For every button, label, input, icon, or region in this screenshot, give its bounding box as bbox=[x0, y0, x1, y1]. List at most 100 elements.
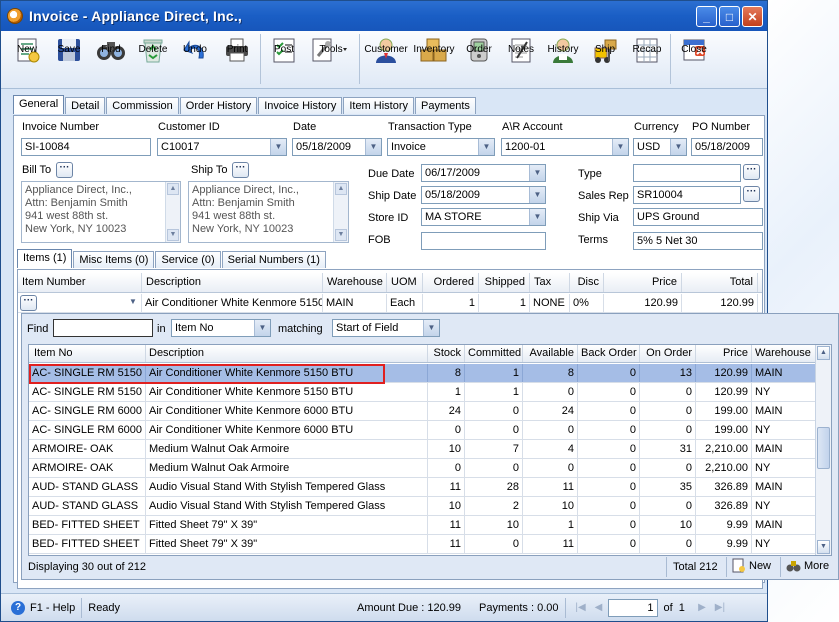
items-grid-row[interactable]: ··· ▼ Air Conditioner White Kenmore 5150… bbox=[18, 294, 762, 313]
col-available[interactable]: Available bbox=[523, 345, 578, 362]
scroll-down-icon[interactable]: ▼ bbox=[817, 540, 830, 554]
currency-combo[interactable]: USD ▼ bbox=[633, 138, 687, 156]
lookup-scrollbar[interactable]: ▲ ▼ bbox=[815, 345, 831, 555]
undo-button[interactable]: Undo bbox=[174, 31, 216, 87]
chevron-down-icon[interactable]: ▼ bbox=[365, 139, 381, 155]
lookup-row[interactable]: ARMOIRE- OAK Medium Walnut Oak Armoire 10 7… bbox=[29, 440, 817, 459]
print-button[interactable]: Print bbox=[216, 31, 258, 87]
lookup-row[interactable]: BED- FITTED SHEET Fitted Sheet 79" X 39" 1… bbox=[29, 516, 817, 535]
col-total[interactable]: Total bbox=[682, 273, 758, 292]
tab-service[interactable]: Service (0) bbox=[155, 251, 221, 268]
item-number-cell[interactable]: ··· ▼ bbox=[18, 294, 142, 312]
type-lookup-button[interactable]: ··· bbox=[743, 164, 760, 180]
col-price[interactable]: Price bbox=[696, 345, 752, 362]
po-number-field[interactable]: 05/18/2009 bbox=[691, 138, 763, 156]
transaction-type-combo[interactable]: Invoice ▼ bbox=[387, 138, 495, 156]
chevron-down-icon[interactable]: ▼ bbox=[478, 139, 494, 155]
minimize-button[interactable]: _ bbox=[696, 6, 717, 27]
col-item-number[interactable]: Item Number bbox=[18, 273, 142, 292]
col-item-no[interactable]: Item No bbox=[29, 345, 146, 362]
fob-field[interactable] bbox=[421, 232, 546, 250]
lookup-row[interactable]: AUD- STAND GLASS Audio Visual Stand With … bbox=[29, 478, 817, 497]
first-page-icon[interactable]: |◀ bbox=[572, 599, 590, 617]
sales-rep-field[interactable]: SR10004 bbox=[633, 186, 741, 204]
tools-button[interactable]: Tools bbox=[305, 31, 357, 87]
sales-rep-lookup-button[interactable]: ··· bbox=[743, 186, 760, 202]
lookup-row[interactable]: ARMOIRE- OAK Medium Walnut Oak Armoire 0 0 0… bbox=[29, 459, 817, 478]
chevron-down-icon[interactable]: ▼ bbox=[125, 294, 141, 310]
customer-button[interactable]: Customer bbox=[362, 31, 410, 87]
save-button[interactable]: Save bbox=[48, 31, 90, 87]
col-warehouse[interactable]: Warehouse bbox=[323, 273, 387, 292]
recap-button[interactable]: Recap bbox=[626, 31, 668, 87]
col-back-order[interactable]: Back Order bbox=[578, 345, 640, 362]
close-button[interactable]: Close bbox=[673, 31, 715, 87]
lookup-row[interactable]: AC- SINGLE RM 6000 Air Conditioner White … bbox=[29, 402, 817, 421]
col-committed[interactable]: Committed bbox=[465, 345, 523, 362]
type-field[interactable] bbox=[633, 164, 741, 182]
history-button[interactable]: History bbox=[542, 31, 584, 87]
bill-to-address[interactable]: Appliance Direct, Inc., Attn: Benjamin S… bbox=[21, 181, 181, 243]
lookup-row[interactable]: BED- FITTED SHEET Fitted Sheet 79" X 39" 1… bbox=[29, 535, 817, 554]
more-button[interactable]: More bbox=[786, 558, 829, 573]
new-item-button[interactable]: New bbox=[731, 558, 771, 573]
tab-misc-items[interactable]: Misc Items (0) bbox=[73, 251, 155, 268]
date-field[interactable]: 05/18/2009 ▼ bbox=[292, 138, 382, 156]
chevron-down-icon[interactable]: ▼ bbox=[529, 187, 545, 203]
matching-combo[interactable]: Start of Field ▼ bbox=[332, 319, 440, 337]
notes-button[interactable]: Notes bbox=[500, 31, 542, 87]
col-on-order[interactable]: On Order bbox=[640, 345, 696, 362]
post-button[interactable]: Post bbox=[263, 31, 305, 87]
tab-item-history[interactable]: Item History bbox=[343, 97, 415, 114]
ship-to-lookup-button[interactable]: ··· bbox=[232, 162, 249, 178]
tab-commission[interactable]: Commission bbox=[106, 97, 179, 114]
search-in-combo[interactable]: Item No ▼ bbox=[171, 319, 271, 337]
col-stock[interactable]: Stock bbox=[428, 345, 465, 362]
order-button[interactable]: Order bbox=[458, 31, 500, 87]
close-window-button[interactable]: ✕ bbox=[742, 6, 763, 27]
find-input[interactable] bbox=[53, 319, 153, 337]
help-label[interactable]: F1 - Help bbox=[30, 602, 75, 614]
col-disc[interactable]: Disc bbox=[570, 273, 604, 292]
tab-detail[interactable]: Detail bbox=[65, 97, 106, 114]
bill-to-lookup-button[interactable]: ··· bbox=[56, 162, 73, 178]
title-bar[interactable]: Invoice - Appliance Direct, Inc., _ □ ✕ bbox=[1, 1, 767, 31]
ship-button[interactable]: Ship bbox=[584, 31, 626, 87]
invoice-number-field[interactable]: SI-10084 bbox=[21, 138, 151, 156]
terms-field[interactable]: 5% 5 Net 30 bbox=[633, 232, 763, 250]
scroll-up-icon[interactable]: ▲ bbox=[817, 346, 830, 360]
tab-items[interactable]: Items (1) bbox=[17, 249, 73, 268]
maximize-button[interactable]: □ bbox=[719, 6, 740, 27]
help-icon[interactable]: ? bbox=[11, 600, 25, 615]
lookup-row[interactable]: AUD- STAND GLASS Audio Visual Stand With … bbox=[29, 497, 817, 516]
col-price[interactable]: Price bbox=[604, 273, 682, 292]
tab-serial-numbers[interactable]: Serial Numbers (1) bbox=[221, 251, 326, 268]
tab-invoice-history[interactable]: Invoice History bbox=[258, 97, 343, 114]
scrollbar[interactable]: ▲ ▼ bbox=[333, 182, 348, 242]
col-uom[interactable]: UOM bbox=[387, 273, 423, 292]
next-page-icon[interactable]: ▶ bbox=[693, 599, 711, 617]
customer-id-combo[interactable]: C10017 ▼ bbox=[157, 138, 287, 156]
chevron-down-icon[interactable]: ▼ bbox=[670, 139, 686, 155]
ship-date-field[interactable]: 05/18/2009 ▼ bbox=[421, 186, 546, 204]
store-id-combo[interactable]: MA STORE ▼ bbox=[421, 208, 546, 226]
chevron-down-icon[interactable]: ▼ bbox=[254, 320, 270, 336]
prev-page-icon[interactable]: ◀ bbox=[590, 599, 608, 617]
scroll-thumb[interactable] bbox=[817, 427, 830, 469]
ship-to-address[interactable]: Appliance Direct, Inc., Attn: Benjamin S… bbox=[188, 181, 349, 243]
lookup-row[interactable]: AC- SINGLE RM 6000 Air Conditioner White … bbox=[29, 421, 817, 440]
col-tax[interactable]: Tax bbox=[530, 273, 570, 292]
tab-order-history[interactable]: Order History bbox=[179, 97, 258, 114]
scrollbar[interactable]: ▲ ▼ bbox=[165, 182, 180, 242]
lookup-row[interactable]: AC- SINGLE RM 5150 Air Conditioner White … bbox=[29, 383, 817, 402]
page-number-input[interactable]: 1 bbox=[607, 598, 658, 617]
delete-button[interactable]: Delete bbox=[132, 31, 174, 87]
col-description[interactable]: Description bbox=[142, 273, 323, 292]
tab-general[interactable]: General bbox=[13, 95, 65, 114]
inventory-button[interactable]: Inventory bbox=[410, 31, 458, 87]
item-lookup-button[interactable]: ··· bbox=[20, 295, 37, 311]
chevron-down-icon[interactable]: ▼ bbox=[529, 165, 545, 181]
chevron-down-icon[interactable]: ▼ bbox=[529, 209, 545, 225]
col-shipped[interactable]: Shipped bbox=[479, 273, 530, 292]
tab-payments[interactable]: Payments bbox=[415, 97, 476, 114]
